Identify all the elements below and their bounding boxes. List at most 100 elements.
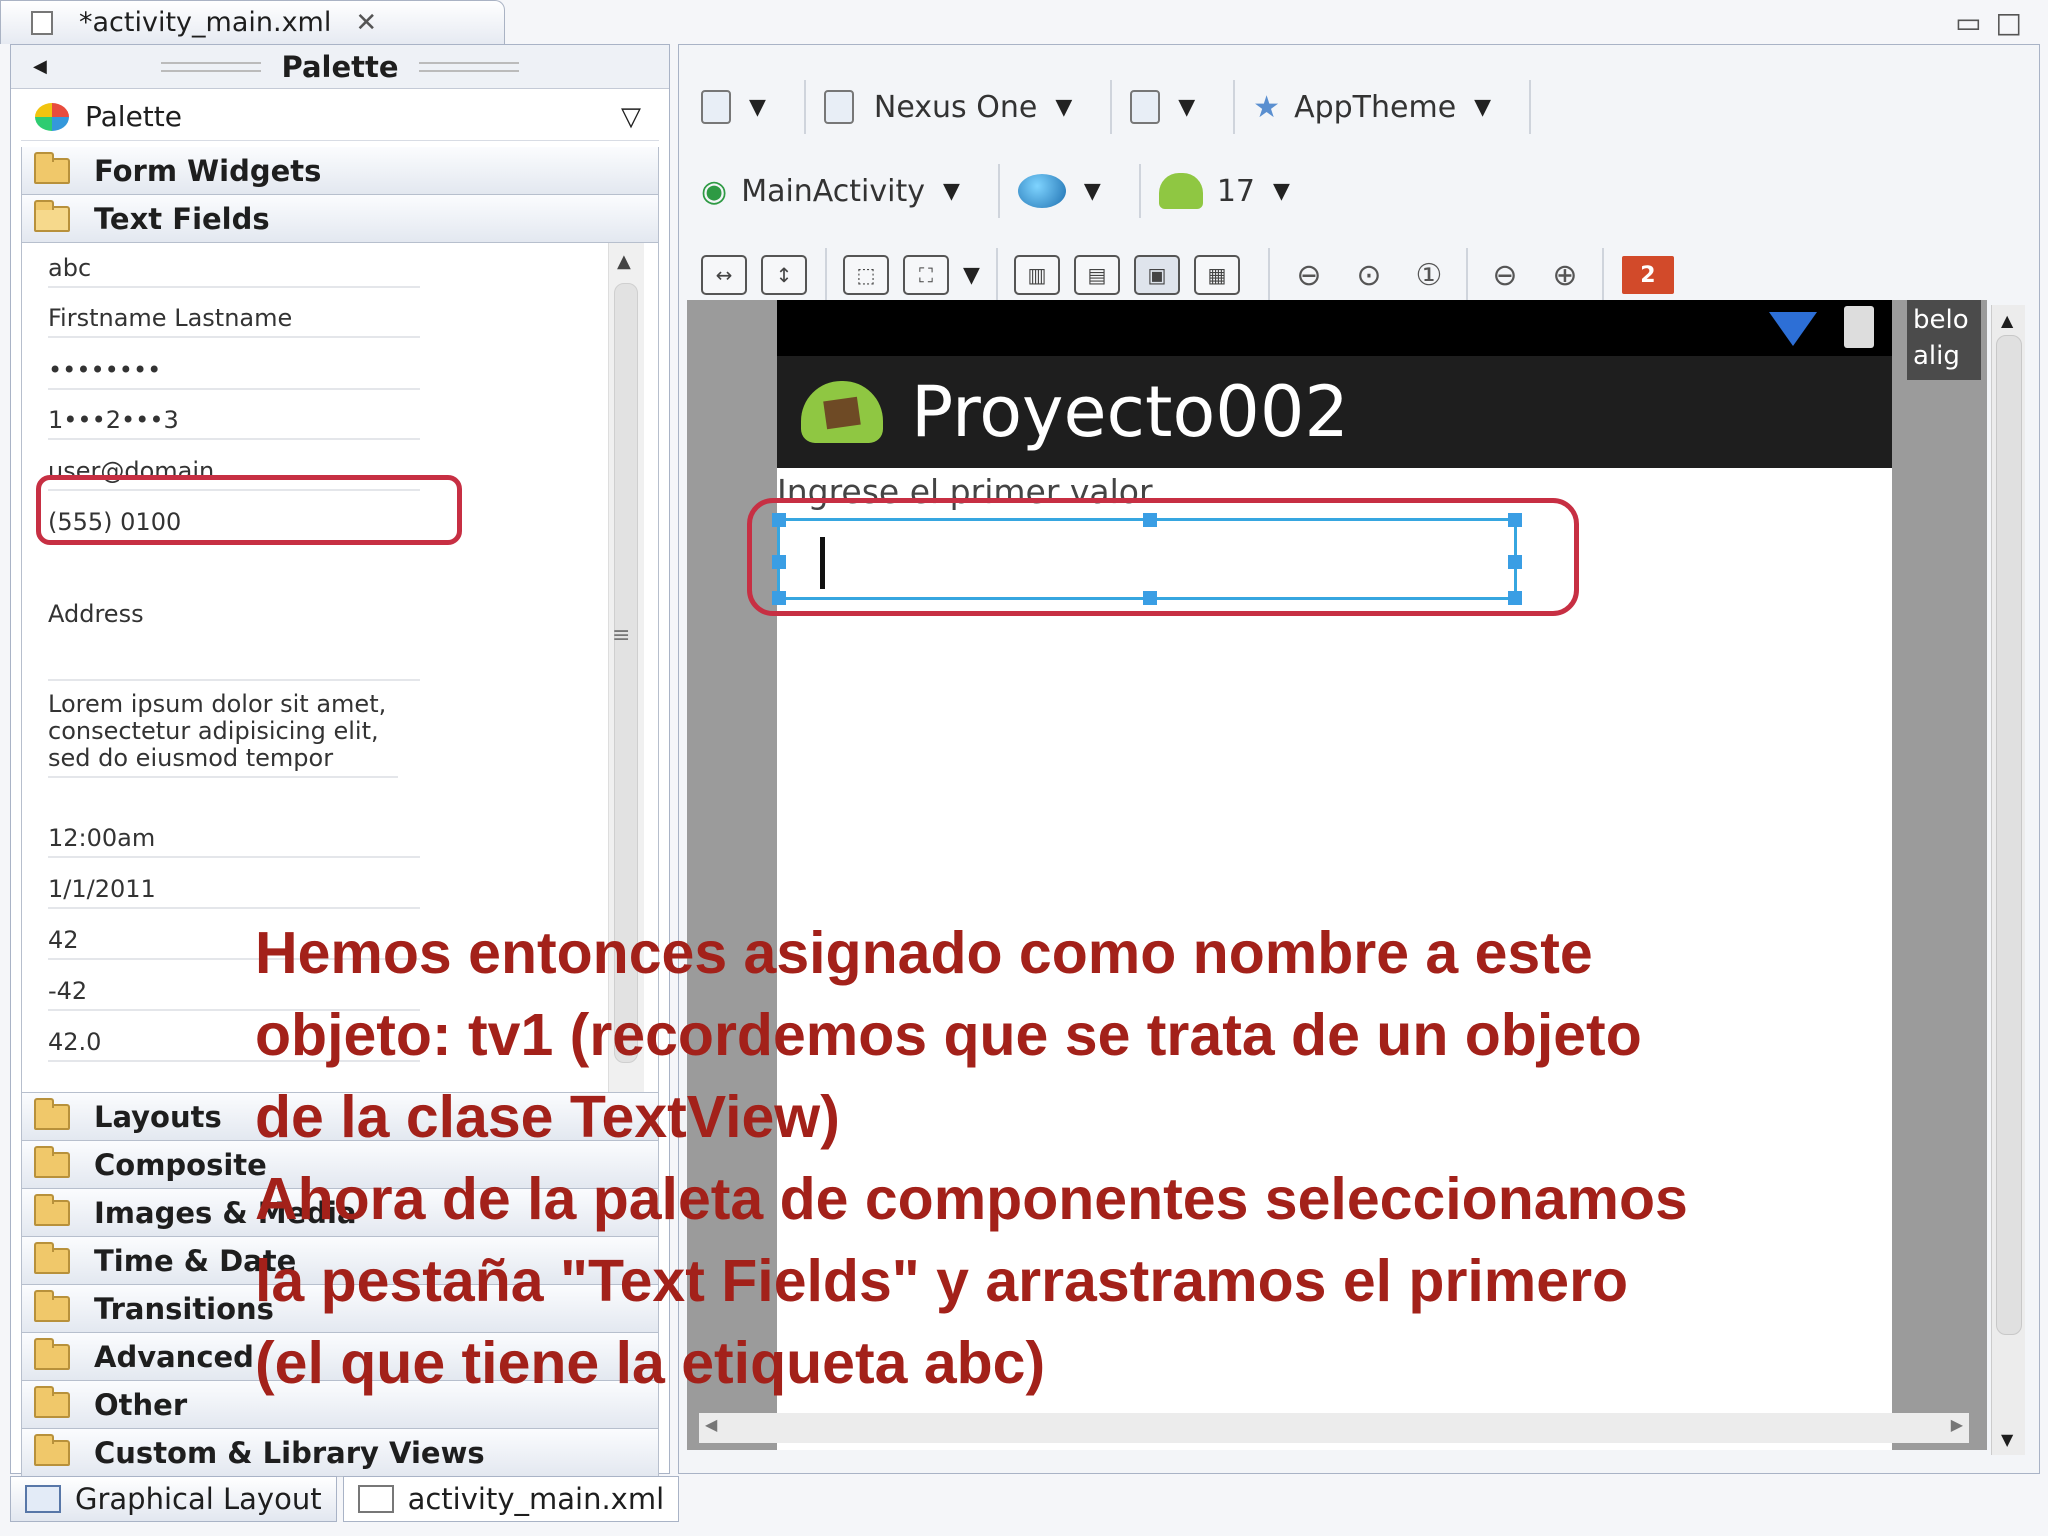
star-icon: ★: [1253, 89, 1281, 125]
warnings-badge[interactable]: 2: [1621, 256, 1674, 294]
category-text-fields[interactable]: Text Fields: [21, 195, 659, 243]
collapse-arrow-icon[interactable]: ◀: [33, 56, 47, 77]
android-icon: [1158, 173, 1203, 209]
folder-icon: [34, 1193, 70, 1226]
zoom-out-icon[interactable]: ⊖: [1482, 255, 1528, 295]
palette-item-date[interactable]: 1/1/2011: [48, 876, 420, 909]
tab-label: activity_main.xml: [407, 1482, 665, 1516]
status-bar: [777, 300, 1892, 356]
api-level-label: 17: [1216, 173, 1256, 209]
palette-item-person-name[interactable]: Firstname Lastname: [48, 305, 420, 338]
folder-icon: [34, 1241, 70, 1274]
category-label: Form Widgets: [94, 153, 322, 188]
dropdown-arrow-icon[interactable]: ▼: [1084, 179, 1101, 204]
palette-item-plain-text[interactable]: abc: [48, 255, 420, 288]
scroll-down-icon[interactable]: ▼: [2001, 1430, 2013, 1449]
category-custom-library[interactable]: Custom & Library Views: [21, 1429, 659, 1477]
baseline-icon[interactable]: ▤: [1073, 255, 1120, 295]
globe-icon: [1017, 174, 1066, 208]
maximize-icon[interactable]: □: [1996, 6, 2036, 39]
dropdown-arrow-icon[interactable]: ▼: [1055, 95, 1072, 120]
dropdown-arrow-icon[interactable]: ▼: [1178, 95, 1195, 120]
zoom-actual-icon[interactable]: ⊙: [1346, 255, 1392, 295]
editor-bottom-tabs: Graphical Layout activity_main.xml: [10, 1476, 685, 1522]
device-selector[interactable]: Nexus One ▼: [823, 89, 1072, 125]
scroll-up-icon[interactable]: ▲: [617, 251, 631, 272]
config-toolbar-row-2: ◉ MainActivity ▼ ▼ 17 ▼: [701, 161, 1310, 221]
margins-icon[interactable]: ⬚: [843, 255, 889, 295]
window-controls[interactable]: ▭□: [1955, 6, 2036, 39]
api-level-selector[interactable]: 17 ▼: [1158, 173, 1290, 209]
category-label: Composite: [94, 1147, 267, 1182]
scroll-up-icon[interactable]: ▲: [2001, 311, 2013, 330]
activity-selector[interactable]: ◉ MainActivity ▼: [701, 174, 960, 209]
category-label: Layouts: [94, 1099, 222, 1134]
distribute-icon[interactable]: ▥: [1013, 255, 1060, 295]
palette-selector-label: Palette: [85, 100, 182, 133]
orientation-selector[interactable]: ▼: [1130, 90, 1195, 124]
theme-selector[interactable]: ★ AppTheme ▼: [1253, 90, 1491, 125]
zoom-100-icon[interactable]: ①: [1406, 255, 1452, 295]
battery-icon: [1844, 306, 1874, 348]
scroll-right-icon[interactable]: ▶: [1951, 1415, 1963, 1434]
caption-line: Ahora de la paleta de componentes selecc…: [255, 1166, 1688, 1232]
editor-tab-label: *activity_main.xml: [79, 7, 332, 38]
palette-item-password[interactable]: ••••••••: [48, 357, 420, 390]
toggle-layout-icon[interactable]: ▣: [1133, 255, 1180, 295]
dropdown-arrow-icon[interactable]: ▼: [963, 263, 980, 288]
dropdown-arrow-icon[interactable]: ▽: [621, 102, 641, 132]
toggle-weights-icon[interactable]: ▦: [1193, 255, 1240, 295]
folder-icon: [34, 1289, 70, 1322]
scroll-left-icon[interactable]: ◀: [705, 1415, 717, 1434]
category-label: Transitions: [94, 1291, 274, 1326]
app-title: Proyecto002: [911, 371, 1349, 453]
highlight-circle: [36, 475, 462, 545]
open-folder-icon: [34, 199, 70, 232]
zoom-fit-icon[interactable]: ⊖: [1286, 255, 1332, 295]
gravity-icon[interactable]: ⛶: [903, 255, 949, 295]
dropdown-arrow-icon[interactable]: ▼: [749, 95, 766, 120]
activity-label: MainActivity: [741, 173, 925, 209]
editor-tab[interactable]: *activity_main.xml ✕: [0, 0, 505, 44]
tab-xml-source[interactable]: activity_main.xml: [342, 1476, 680, 1522]
signal-icon: [1769, 312, 1817, 346]
device-icon: [823, 90, 854, 124]
folder-icon: [34, 1145, 70, 1178]
layout-file-icon: [701, 90, 731, 124]
caption-line: la pestaña "Text Fields" y arrastramos e…: [255, 1248, 1629, 1314]
grip-icon: [418, 61, 519, 72]
category-form-widgets[interactable]: Form Widgets: [21, 147, 659, 195]
locale-selector[interactable]: ▼: [1017, 174, 1101, 208]
category-label: Text Fields: [94, 201, 270, 236]
palette-selector[interactable]: Palette ▽: [21, 93, 659, 141]
zoom-in-icon[interactable]: ⊕: [1542, 255, 1588, 295]
palette-item-postal-address[interactable]: Address: [48, 601, 420, 681]
xml-file-icon: [31, 11, 53, 35]
grip-icon: ≡: [612, 623, 631, 648]
tab-graphical-layout[interactable]: Graphical Layout: [10, 1476, 337, 1522]
palette-item-time[interactable]: 12:00am: [48, 825, 420, 858]
highlight-circle: [747, 498, 1579, 616]
palette-icon: [35, 102, 69, 131]
caption-line: Hemos entonces asignado como nombre a es…: [255, 920, 1593, 986]
minimize-icon[interactable]: ▭: [1955, 6, 1995, 39]
fill-height-icon[interactable]: ↕: [761, 255, 807, 295]
palette-item-number-password[interactable]: 1•••2•••3: [48, 407, 420, 440]
layout-hint-tooltip: belo alig: [1907, 300, 1981, 380]
device-label: Nexus One: [873, 89, 1038, 125]
folder-icon: [34, 1097, 70, 1130]
dropdown-arrow-icon[interactable]: ▼: [1474, 95, 1491, 120]
dropdown-arrow-icon[interactable]: ▼: [943, 179, 960, 204]
palette-item-multiline[interactable]: Lorem ipsum dolor sit amet, consectetur …: [48, 691, 398, 778]
folder-icon: [34, 1433, 70, 1466]
dropdown-arrow-icon[interactable]: ▼: [1273, 179, 1290, 204]
graphical-layout-icon: [25, 1485, 61, 1513]
close-tab-icon[interactable]: ✕: [355, 8, 377, 38]
palette-title: Palette: [281, 49, 399, 84]
caption-line: de la clase TextView): [255, 1084, 840, 1150]
theme-label: AppTheme: [1294, 89, 1457, 125]
canvas-horizontal-scrollbar[interactable]: ◀ ▶: [699, 1413, 1969, 1443]
config-chooser[interactable]: ▼: [701, 90, 766, 124]
fill-width-icon[interactable]: ↔: [701, 255, 747, 295]
palette-header: ◀ Palette: [11, 45, 669, 89]
